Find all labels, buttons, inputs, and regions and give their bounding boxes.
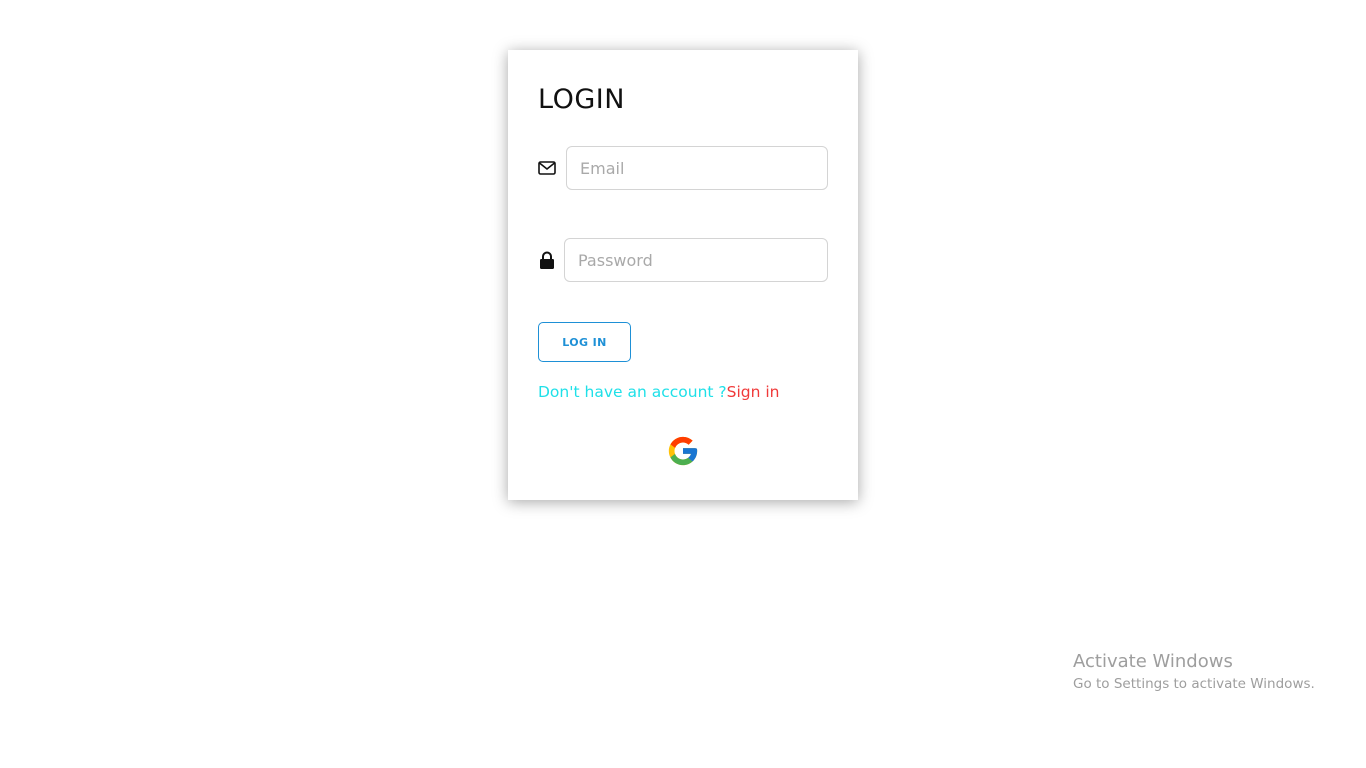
email-field-row bbox=[538, 146, 828, 190]
login-title: LOGIN bbox=[538, 84, 625, 115]
password-field-row bbox=[538, 238, 828, 282]
lock-icon bbox=[538, 251, 556, 269]
login-button[interactable]: LOG IN bbox=[538, 322, 631, 362]
email-input[interactable] bbox=[566, 146, 828, 190]
login-card: LOGIN LOG IN Don't have an account ?Sig bbox=[508, 50, 858, 500]
watermark-title: Activate Windows bbox=[1073, 651, 1233, 672]
watermark-subtitle: Go to Settings to activate Windows. bbox=[1073, 676, 1315, 692]
signup-prompt-text: Don't have an account ? bbox=[538, 383, 727, 401]
envelope-icon bbox=[538, 159, 556, 177]
password-input[interactable] bbox=[564, 238, 828, 282]
google-login-button[interactable] bbox=[666, 434, 700, 468]
signup-prompt-line: Don't have an account ?Sign in bbox=[538, 383, 780, 401]
activate-windows-watermark: Activate Windows Go to Settings to activ… bbox=[1073, 650, 1315, 694]
page: LOGIN LOG IN Don't have an account ?Sig bbox=[0, 0, 1366, 768]
google-icon bbox=[668, 436, 698, 466]
sign-in-link[interactable]: Sign in bbox=[727, 383, 780, 401]
